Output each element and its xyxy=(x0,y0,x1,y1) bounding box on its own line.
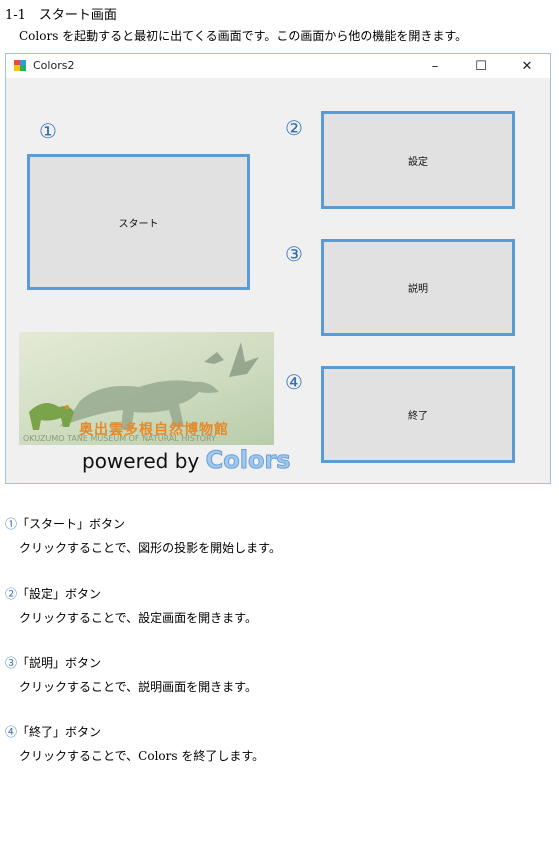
item-description: クリックすることで、Colors を終了します。 xyxy=(19,749,265,763)
maximize-button[interactable]: ☐ xyxy=(458,54,504,78)
powered-by-label: powered by Colors xyxy=(82,446,291,475)
item-title: 「説明」ボタン xyxy=(17,656,102,670)
item-marker: ① xyxy=(5,517,18,531)
description-item-2: ②「設定」ボタン クリックすることで、設定画面を開きます。 xyxy=(5,585,257,626)
section-heading: 1-1 スタート画面 xyxy=(5,8,117,23)
description-item-1: ①「スタート」ボタン クリックすることで、図形の投影を開始します。 xyxy=(5,515,281,556)
start-button[interactable]: スタート xyxy=(27,154,250,290)
item-title: 「設定」ボタン xyxy=(17,587,102,601)
item-marker: ④ xyxy=(5,725,18,739)
settings-button[interactable]: 設定 xyxy=(321,111,515,209)
description-item-3: ③「説明」ボタン クリックすることで、説明画面を開きます。 xyxy=(5,654,257,695)
item-title: 「スタート」ボタン xyxy=(17,517,126,531)
window-title: Colors2 xyxy=(33,59,75,72)
section-intro: Colors を起動すると最初に出てくる画面です。この画面から他の機能を開きます… xyxy=(19,29,468,43)
description-item-4: ④「終了」ボタン クリックすることで、Colors を終了します。 xyxy=(5,723,264,764)
marker-4: ④ xyxy=(285,370,303,394)
help-button[interactable]: 説明 xyxy=(321,239,515,336)
museum-logo: 奥出雲多根自然博物館 OKUZUMO TANE MUSEUM OF NATURA… xyxy=(19,332,274,445)
marker-1: ① xyxy=(39,119,57,143)
title-bar[interactable]: Colors2 – ☐ ✕ xyxy=(6,54,550,78)
item-description: クリックすることで、設定画面を開きます。 xyxy=(19,611,257,625)
brand-logo-text: Colors xyxy=(205,446,291,475)
item-marker: ② xyxy=(5,587,18,601)
marker-2: ② xyxy=(285,116,303,140)
close-button[interactable]: ✕ xyxy=(504,54,550,78)
minimize-button[interactable]: – xyxy=(412,54,458,78)
item-description: クリックすることで、説明画面を開きます。 xyxy=(19,680,257,694)
marker-3: ③ xyxy=(285,242,303,266)
powered-by-text: powered by xyxy=(82,449,200,473)
item-description: クリックすることで、図形の投影を開始します。 xyxy=(19,541,281,555)
app-icon xyxy=(14,60,26,71)
museum-name-en: OKUZUMO TANE MUSEUM OF NATURAL HISTORY xyxy=(23,434,216,443)
item-title: 「終了」ボタン xyxy=(17,725,102,739)
item-marker: ③ xyxy=(5,656,18,670)
app-window: Colors2 – ☐ ✕ ① ② ③ ④ スタート 設定 説明 終了 奥出雲多… xyxy=(5,53,551,484)
exit-button[interactable]: 終了 xyxy=(321,366,515,463)
